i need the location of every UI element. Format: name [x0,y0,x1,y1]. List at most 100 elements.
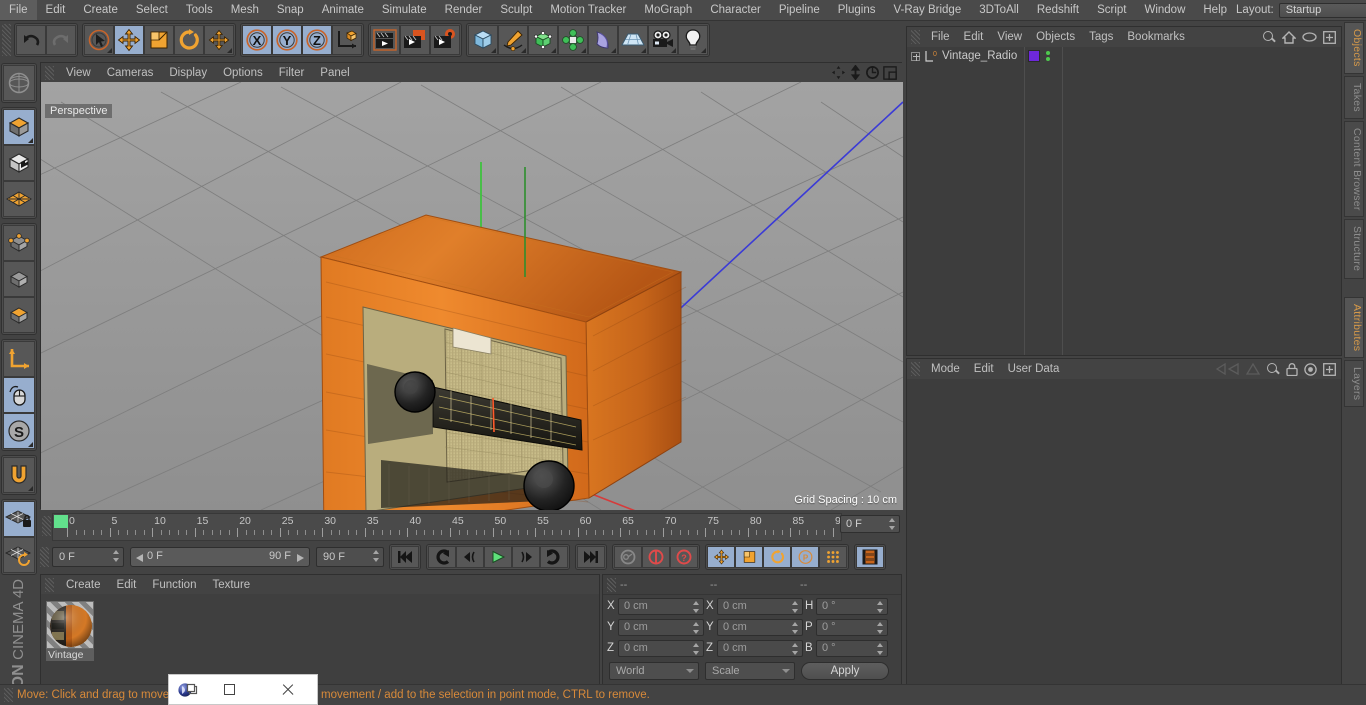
object-manager-grip[interactable] [911,30,920,44]
spinner-icon[interactable] [693,600,700,613]
coordinate-system-dropdown[interactable]: World [609,662,699,680]
size-field[interactable]: 0 cm [717,618,803,636]
scale-key-button[interactable] [735,546,763,568]
menu-item-mesh[interactable]: Mesh [222,0,268,20]
spline-pen-button[interactable] [498,25,528,55]
position-field[interactable]: 0 cm [618,618,704,636]
nav-up-icon[interactable] [1246,363,1260,375]
menu-item-filter[interactable]: Filter [271,64,313,82]
search-icon[interactable] [1262,30,1276,44]
rotation-field[interactable]: 0 ° [816,597,888,615]
step-forward-button[interactable] [512,546,540,568]
menu-item-bookmarks[interactable]: Bookmarks [1120,28,1192,47]
autokey-button[interactable] [642,546,670,568]
menu-item-plugins[interactable]: Plugins [829,0,885,20]
animbar-grip[interactable] [40,547,49,567]
close-window-button[interactable] [259,675,318,704]
floor-environment-button[interactable] [618,25,648,55]
menu-item-animate[interactable]: Animate [313,0,373,20]
spinner-icon[interactable] [877,621,884,634]
move-tool-button[interactable] [114,25,144,55]
next-key-button[interactable] [540,546,568,568]
spinner-icon[interactable] [373,550,380,562]
range-left-arrow-icon[interactable] [135,553,145,563]
redo-button[interactable] [46,25,76,55]
material-item[interactable]: Vintage [46,601,94,661]
timeline-filmstrip-button[interactable] [856,546,884,568]
preview-range-slider[interactable]: 0 F 90 F [130,547,310,567]
workplane-reset-button[interactable] [3,537,35,573]
points-deformed-button[interactable] [3,181,35,217]
menu-item-edit[interactable]: Edit [957,28,991,47]
size-field[interactable]: 0 cm [717,597,803,615]
toolbar-grip[interactable] [2,24,11,56]
generator-nurbs-button[interactable] [528,25,558,55]
menu-item-simulate[interactable]: Simulate [373,0,436,20]
render-settings-button[interactable] [430,25,460,55]
step-back-button[interactable] [456,546,484,568]
home-icon[interactable] [1282,30,1296,44]
axis-modify-button[interactable] [3,341,35,377]
menu-item-render[interactable]: Render [436,0,492,20]
menu-item-snap[interactable]: Snap [268,0,313,20]
attribute-manager-grip[interactable] [911,362,920,376]
menu-item-texture[interactable]: Texture [204,576,258,594]
menu-item-motion-tracker[interactable]: Motion Tracker [541,0,635,20]
light-button[interactable] [678,25,708,55]
render-picture-viewer-button[interactable] [400,25,430,55]
maximize-viewport-icon[interactable] [883,65,897,80]
spinner-icon[interactable] [792,600,799,613]
spinner-icon[interactable] [889,518,896,530]
timeline-playhead[interactable] [54,515,68,528]
menu-item-tags[interactable]: Tags [1082,28,1120,47]
timeline-frame-field[interactable]: 0 F [840,515,900,533]
maximize-window-button[interactable] [200,675,259,704]
magnet-button[interactable] [3,457,35,493]
menu-item-mode[interactable]: Mode [924,360,967,379]
add-layer-icon[interactable] [1323,30,1336,44]
object-mode-button[interactable] [3,109,35,145]
document-end-field[interactable]: 90 F [316,547,384,567]
viewport-grip[interactable] [45,65,54,80]
apply-button[interactable]: Apply [801,662,889,680]
visibility-dots-icon[interactable] [1046,51,1050,61]
spinner-icon[interactable] [792,621,799,634]
move-duplicate-button[interactable] [204,25,234,55]
axis-z-button[interactable]: Z [302,25,332,55]
menu-item-pipeline[interactable]: Pipeline [770,0,829,20]
spinner-icon[interactable] [693,642,700,655]
render-view-button[interactable] [370,25,400,55]
vertical-tab-takes[interactable]: Takes [1344,75,1364,119]
menu-item-mograph[interactable]: MoGraph [635,0,701,20]
bend-deformer-button[interactable] [588,25,618,55]
vertical-tab-structure[interactable]: Structure [1344,219,1364,279]
size-field[interactable]: 0 cm [717,639,803,657]
menu-item-edit[interactable]: Edit [37,0,75,20]
mograph-array-button[interactable] [558,25,588,55]
menu-item-user-data[interactable]: User Data [1001,360,1067,379]
keyframe-selection-button[interactable]: ? [670,546,698,568]
rotation-field[interactable]: 0 ° [816,639,888,657]
timeline-ruler[interactable]: 051015202530354045505560657075808590 [52,513,847,541]
world-coordinate-button[interactable] [332,25,362,55]
viewport-canvas[interactable]: Y Z X Perspective Grid Spacing : 10 cm [41,82,903,510]
spinner-icon[interactable] [877,600,884,613]
menu-item-file[interactable]: File [0,0,37,20]
menu-item-edit[interactable]: Edit [967,360,1001,379]
axis-x-button[interactable]: X [242,25,272,55]
menu-item-select[interactable]: Select [127,0,177,20]
snap-strength-button[interactable]: S [3,413,35,449]
menu-item-redshift[interactable]: Redshift [1028,0,1088,20]
range-right-arrow-icon[interactable] [295,553,305,563]
workplane-lock-button[interactable] [3,501,35,537]
menu-item-view[interactable]: View [990,28,1029,47]
menu-item-function[interactable]: Function [144,576,204,594]
polygon-mode-button[interactable] [3,297,35,333]
menu-item-3dtoall[interactable]: 3DToAll [970,0,1028,20]
object-manager-empty-area[interactable] [1063,47,1341,355]
pan-icon[interactable] [831,65,846,80]
edge-mode-button[interactable] [3,261,35,297]
object-manager-body[interactable]: 0 Vintage_Radio [907,47,1341,355]
spinner-icon[interactable] [113,550,120,562]
go-to-start-button[interactable] [391,546,419,568]
